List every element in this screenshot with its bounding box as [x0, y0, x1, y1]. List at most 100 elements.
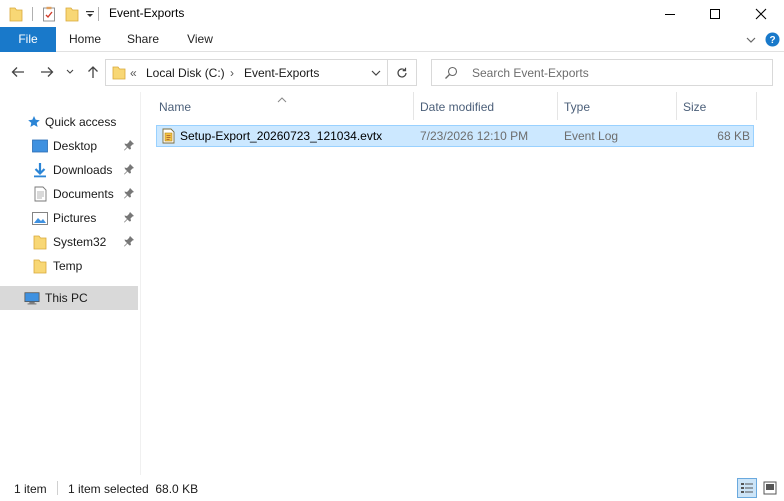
pin-icon[interactable] — [123, 235, 135, 250]
details-view-button[interactable] — [737, 478, 757, 498]
title-separator — [98, 7, 99, 21]
computer-icon — [24, 290, 40, 306]
title-separator — [32, 7, 33, 21]
column-header-type[interactable]: Type — [558, 92, 676, 120]
nav-label: Quick access — [45, 115, 117, 129]
breadcrumb-event-exports[interactable]: Event-Exports — [244, 66, 319, 80]
search-input[interactable]: Search Event-Exports — [472, 66, 589, 80]
documents-icon — [32, 186, 48, 202]
pin-icon[interactable] — [123, 139, 135, 154]
tab-share[interactable]: Share — [119, 27, 167, 52]
search-icon — [444, 66, 458, 83]
help-button[interactable]: ? — [764, 27, 781, 52]
file-size: 68 KB — [717, 129, 750, 143]
qat-dropdown-icon[interactable] — [83, 0, 97, 27]
back-button[interactable] — [8, 62, 28, 82]
pin-icon[interactable] — [123, 187, 135, 202]
nav-quick-access[interactable]: Quick access — [0, 110, 138, 134]
item-count: 1 item — [14, 482, 47, 496]
tab-file[interactable]: File — [0, 27, 56, 52]
star-icon — [26, 114, 42, 130]
tab-home[interactable]: Home — [61, 27, 109, 52]
breadcrumb-overflow[interactable]: « — [130, 66, 137, 80]
column-label: Type — [564, 100, 591, 114]
column-header-date-modified[interactable]: Date modified — [414, 92, 557, 120]
pin-icon[interactable] — [123, 163, 135, 178]
nav-label: Documents — [53, 187, 114, 201]
folder-icon — [6, 0, 26, 27]
desktop-icon — [32, 138, 48, 154]
folder-icon — [32, 234, 48, 250]
file-type: Event Log — [564, 129, 619, 143]
breadcrumb-local-disk[interactable]: Local Disk (C:) — [146, 66, 225, 80]
nav-label: This PC — [45, 291, 88, 305]
arrow-up-icon — [88, 66, 98, 78]
nav-documents[interactable]: Documents — [0, 182, 138, 206]
large-icons-view-button[interactable] — [760, 478, 780, 498]
tab-view[interactable]: View — [176, 27, 224, 52]
nav-desktop[interactable]: Desktop — [0, 134, 138, 158]
nav-label: Temp — [53, 259, 83, 273]
arrow-left-icon — [11, 67, 24, 77]
help-icon: ? — [765, 32, 780, 47]
column-header-name[interactable]: Name — [141, 92, 413, 120]
refresh-button[interactable] — [388, 59, 417, 86]
minimize-icon — [665, 13, 675, 15]
column-label: Name — [159, 100, 192, 114]
address-history-button[interactable] — [365, 60, 387, 85]
nav-label: Desktop — [53, 139, 98, 153]
nav-temp[interactable]: Temp — [0, 254, 138, 278]
close-icon — [755, 8, 767, 19]
nav-label: Pictures — [53, 211, 97, 225]
recent-locations-button[interactable] — [62, 62, 78, 82]
arrow-right-icon — [41, 67, 54, 77]
file-row[interactable]: Setup-Export_20260723_121034.evtx 7/23/2… — [156, 125, 754, 147]
navigation-bar: « Local Disk (C:) › Event-Exports Search… — [0, 52, 784, 92]
selection-info: 1 item selected 68.0 KB — [68, 482, 199, 496]
file-list: Name Date modified Type Size Setup-Expor… — [141, 92, 784, 475]
refresh-icon — [397, 67, 407, 78]
title-bar: Event-Exports — [0, 0, 784, 27]
column-label: Date modified — [420, 100, 495, 114]
folder-icon — [32, 258, 48, 274]
folder-icon — [112, 65, 126, 83]
large-icons-view-icon — [763, 481, 777, 495]
column-label: Size — [683, 100, 707, 114]
nav-pictures[interactable]: Pictures — [0, 206, 138, 230]
minimize-button[interactable] — [647, 0, 693, 27]
event-log-icon — [162, 128, 175, 147]
expand-ribbon-button[interactable] — [743, 27, 759, 52]
close-button[interactable] — [738, 0, 784, 27]
nav-system32[interactable]: System32 — [0, 230, 138, 254]
chevron-down-icon — [746, 37, 756, 43]
navigation-pane: Quick access Desktop Downloads Documents — [0, 92, 141, 475]
maximize-button[interactable] — [692, 0, 738, 27]
nav-label: Downloads — [53, 163, 113, 177]
forward-button[interactable] — [37, 62, 57, 82]
new-folder-icon[interactable] — [62, 0, 82, 27]
pictures-icon — [32, 210, 48, 226]
ribbon-tabs: File Home Share View ? — [0, 27, 784, 52]
nav-downloads[interactable]: Downloads — [0, 158, 138, 182]
details-view-icon — [741, 483, 753, 493]
up-button[interactable] — [83, 62, 103, 82]
nav-this-pc[interactable]: This PC — [0, 286, 138, 310]
column-divider[interactable] — [756, 92, 757, 120]
maximize-icon — [710, 8, 720, 19]
status-separator — [57, 481, 58, 495]
window-title: Event-Exports — [109, 6, 185, 20]
status-bar: 1 item 1 item selected 68.0 KB — [0, 475, 784, 501]
breadcrumb-separator[interactable]: › — [230, 66, 234, 80]
file-name: Setup-Export_20260723_121034.evtx — [180, 129, 383, 143]
chevron-down-icon — [371, 70, 381, 76]
column-header-size[interactable]: Size — [677, 92, 757, 120]
properties-icon[interactable] — [38, 0, 60, 27]
download-icon — [32, 162, 48, 178]
file-date: 7/23/2026 12:10 PM — [420, 129, 529, 143]
nav-label: System32 — [53, 235, 107, 249]
address-bar[interactable]: « Local Disk (C:) › Event-Exports — [105, 59, 388, 86]
pin-icon[interactable] — [123, 211, 135, 226]
chevron-down-icon — [66, 69, 74, 74]
search-box[interactable]: Search Event-Exports — [431, 59, 773, 86]
svg-text:?: ? — [769, 35, 775, 46]
